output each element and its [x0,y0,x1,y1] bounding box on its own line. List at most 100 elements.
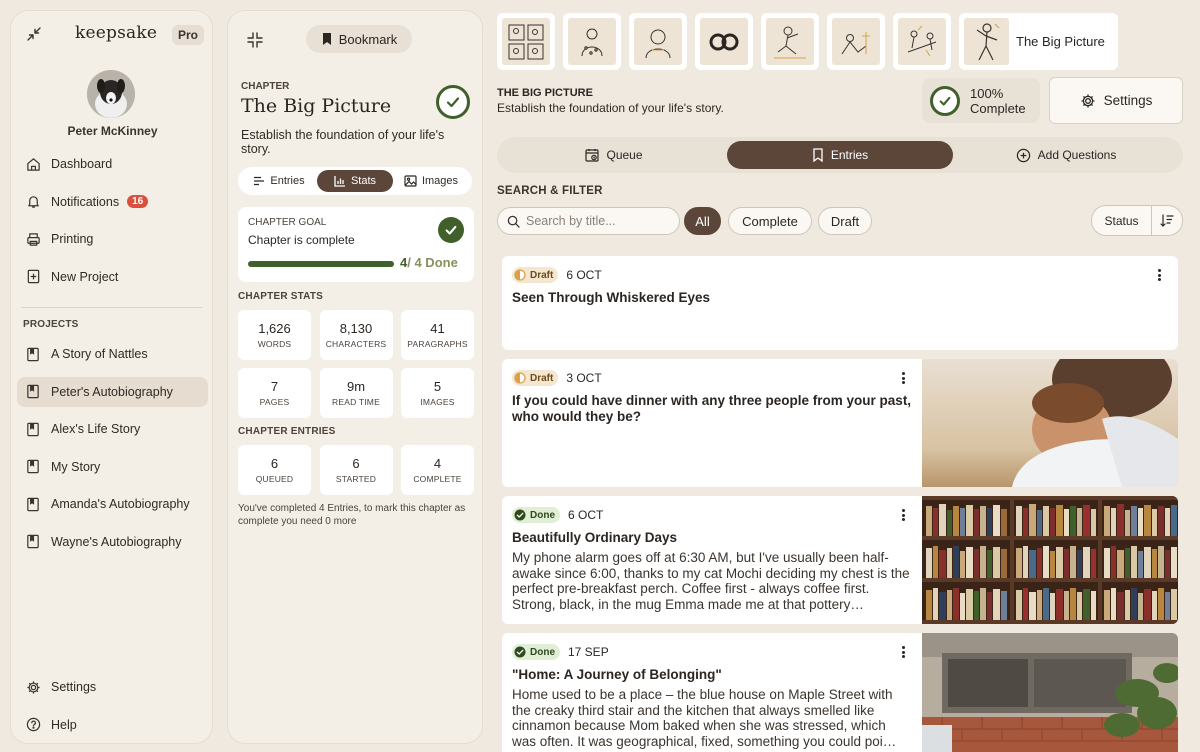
tab-add-questions[interactable]: Add Questions [953,141,1179,169]
entry-date: 3 OCT [566,371,602,385]
avatar[interactable] [87,70,135,118]
status-dropdown[interactable]: Status [1092,206,1152,235]
nav-settings[interactable]: Settings [17,672,208,702]
stat-value: 4 [433,456,442,471]
tab-stats-label: Stats [350,175,377,187]
project-item-amandas-autobiography[interactable]: Amanda's Autobiography [17,489,208,519]
nav-dashboard[interactable]: Dashboard [17,149,208,179]
chapter-thumbnail[interactable] [827,13,885,70]
nav-help-label: Help [51,717,77,732]
gear-icon [1080,93,1096,109]
entry-excerpt: My phone alarm goes off at 6:30 AM, but … [512,550,910,612]
illustration-icon [964,18,1009,65]
search-input[interactable] [526,214,666,228]
complete-check-icon [930,85,960,116]
status-badge-label: Done [530,509,555,521]
check-circle-icon [514,509,526,521]
more-options-icon[interactable] [896,370,910,386]
entry-title: If you could have dinner with any three … [512,393,912,424]
chapter-thumbnail[interactable] [761,13,819,70]
chapter-thumbnail[interactable] [695,13,753,70]
project-item-story-of-nattles[interactable]: A Story of Nattles [17,339,208,369]
sort-icon[interactable] [1152,214,1182,227]
more-options-icon[interactable] [1152,267,1166,283]
chapter-thumbnail[interactable] [629,13,687,70]
chapter-thumbnail[interactable] [497,13,555,70]
tab-entries[interactable]: Entries [727,141,953,169]
stat-label: CHARACTERS [325,339,387,349]
filter-draft[interactable]: Draft [818,207,872,235]
list-icon [253,176,265,186]
filter-all[interactable]: All [684,207,721,235]
chapter-thumbnail[interactable] [893,13,951,70]
book-icon [25,496,41,512]
nav-notifications[interactable]: Notifications 16 [17,187,208,217]
tab-images-label: Images [421,175,459,187]
chapter-description: Establish the foundation of your life's … [241,128,445,156]
entry-date: 17 SEP [568,645,609,659]
stat-value: 5 [433,379,442,394]
tab-entries[interactable]: Entries [241,170,317,192]
chapter-stats-grid: 1,626 WORDS 8,130 CHARACTERS 41 PARAGRAPHS … [238,310,474,418]
entry-card[interactable]: Draft 3 OCT If you could have dinner wit… [502,359,1178,487]
goal-progress-fill [248,261,394,267]
half-circle-icon [514,269,526,281]
project-item-waynes-autobiography[interactable]: Wayne's Autobiography [17,527,208,557]
collapse-panel-icon[interactable] [246,31,264,49]
stat-label: QUEUED [255,474,294,484]
chapter-thumbnail-active[interactable]: The Big Picture [959,13,1118,70]
project-item-alexs-life-story[interactable]: Alex's Life Story [17,414,208,444]
status-badge: Done [512,644,560,660]
entry-date: 6 OCT [566,268,602,282]
nav-settings-label: Settings [51,680,97,694]
nav-new-project[interactable]: New Project [17,262,208,292]
goal-total-count: / 4 Done [407,255,458,270]
entries-note: You've completed 4 Entries, to mark this… [238,503,466,527]
status-label: Status [1104,213,1139,228]
bookmark-icon [321,32,333,46]
status-badge: Done [512,507,560,523]
entry-card[interactable]: Draft 6 OCT Seen Through Whiskered Eyes [502,256,1178,350]
illustration-icon [634,18,682,65]
bookmark-label: Bookmark [338,31,398,47]
nav-help[interactable]: Help [17,710,208,740]
status-badge-label: Draft [530,372,554,384]
bookmark-button[interactable]: Bookmark [306,25,412,53]
image-icon [404,175,417,187]
nav-dashboard-label: Dashboard [51,157,113,171]
entry-card[interactable]: Done 6 OCT Beautifully Ordinary Days My … [502,496,1178,624]
calendar-clock-icon [585,148,600,162]
project-list: A Story of Nattles Peter's Autobiography… [17,339,208,565]
more-options-icon[interactable] [896,507,910,523]
collapse-icon[interactable] [25,25,43,43]
project-item-my-story[interactable]: My Story [17,452,208,482]
entry-title: "Home: A Journey of Belonging" [512,667,722,682]
stat-label: STARTED [335,474,377,484]
book-icon [25,421,41,437]
nav-printing[interactable]: Printing [17,224,208,254]
projects-heading: PROJECTS [23,319,79,330]
tab-entries-label: Entries [830,148,869,162]
nav-printing-label: Printing [51,232,94,246]
chapter-thumbnail[interactable] [563,13,621,70]
chapter-settings-button[interactable]: Settings [1049,77,1183,124]
goal-check-icon [438,217,464,243]
tab-queue[interactable]: Queue [501,141,727,169]
search-field[interactable] [497,207,680,235]
stat-paragraphs: 41 PARAGRAPHS [401,310,474,360]
entry-meta: Draft 3 OCT [512,370,912,386]
project-item-label: Alex's Life Story [51,422,141,437]
filter-complete[interactable]: Complete [728,207,812,235]
bell-icon [25,194,41,210]
chapter-title: The Big Picture [241,95,392,117]
entries-queued: 6 QUEUED [238,445,311,495]
project-item-label: My Story [51,459,101,474]
illustration-icon [568,18,616,65]
project-item-peters-autobiography[interactable]: Peter's Autobiography [17,376,208,407]
tab-images[interactable]: Images [393,170,469,192]
more-options-icon[interactable] [896,644,910,660]
chapter-stats-heading: CHAPTER STATS [238,291,324,302]
entry-card[interactable]: Done 17 SEP "Home: A Journey of Belongin… [502,633,1178,752]
settings-button-label: Settings [1103,93,1153,108]
tab-stats[interactable]: Stats [317,170,393,192]
